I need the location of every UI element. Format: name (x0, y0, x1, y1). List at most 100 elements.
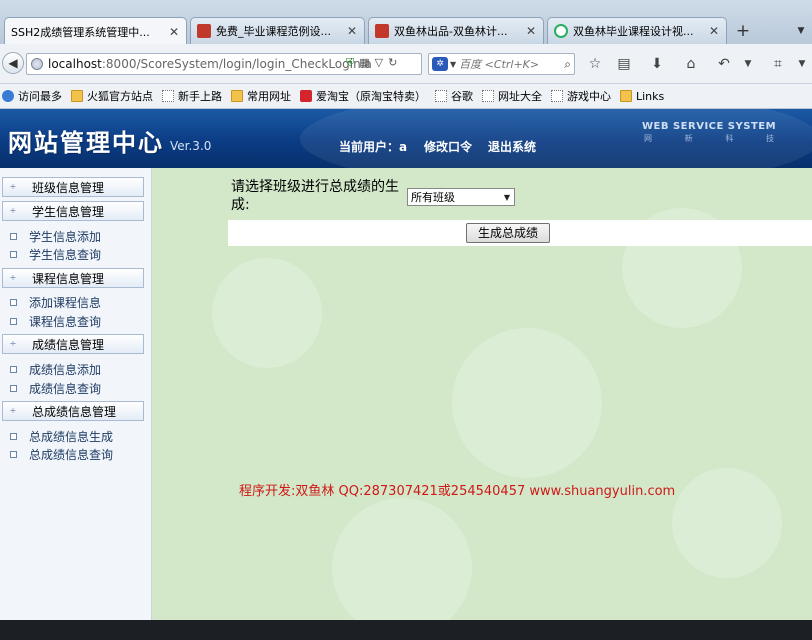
loading-favicon-icon (554, 24, 568, 38)
chevron-down-icon: ▼ (503, 192, 511, 202)
service-system-title: WEB SERVICE SYSTEM (642, 121, 777, 132)
taobao-icon (300, 90, 312, 102)
site-favicon-icon (197, 24, 211, 38)
menu-item-label: 学生信息添加 (29, 229, 102, 244)
tab-shuangyulin[interactable]: 双鱼林出品-双鱼林计... ✕ (368, 17, 544, 44)
menu-item-add-score[interactable]: 成绩信息添加 (10, 361, 101, 377)
service-sub-char: 新 (684, 134, 693, 143)
page-icon (435, 90, 447, 102)
page-icon (551, 90, 563, 102)
reload-icon[interactable]: ↻ (388, 56, 397, 70)
class-select-value: 所有班级 (411, 191, 455, 204)
close-tab-icon[interactable]: ✕ (525, 24, 537, 38)
screenshot-crop-icon[interactable]: ⌗ (768, 54, 788, 74)
bookmark-most-visited[interactable]: 访问最多 (2, 88, 62, 104)
home-icon[interactable]: ⌂ (681, 54, 701, 74)
menu-group-score[interactable]: ÷ 成绩信息管理 (2, 334, 144, 354)
folder-icon (231, 90, 243, 102)
menu-item-query-score[interactable]: 成绩信息查询 (10, 380, 101, 396)
bullet-icon (10, 232, 17, 240)
new-tab-button[interactable]: + (732, 20, 754, 42)
menu-item-label: 成绩信息查询 (29, 381, 102, 396)
version-label: Ver.3.0 (170, 139, 212, 153)
close-tab-icon[interactable]: ✕ (708, 24, 720, 38)
tabs-list-icon[interactable]: ▼ (794, 21, 808, 41)
crop-dropdown-icon[interactable]: ▼ (792, 54, 812, 74)
menu-item-query-student[interactable]: 学生信息查询 (10, 246, 101, 262)
engine-dropdown-icon[interactable]: ▼ (450, 60, 456, 69)
undo-dropdown-icon[interactable]: ▼ (738, 54, 758, 74)
bookmark-links[interactable]: Links (620, 90, 664, 103)
bookmark-label: 常用网址 (247, 90, 291, 103)
search-bar[interactable]: ✲ ▼ ⌕ (428, 53, 575, 75)
close-tab-icon[interactable]: ✕ (168, 25, 180, 39)
bookmark-label: 新手上路 (178, 90, 222, 103)
bookmark-label: 游戏中心 (567, 90, 611, 103)
menu-group-title: 班级信息管理 (32, 180, 105, 195)
menu-group-student[interactable]: ÷ 学生信息管理 (2, 201, 144, 221)
bookmarks-list-icon[interactable]: ▤ (614, 54, 634, 74)
tab-label: 免费_毕业课程范例设... (216, 25, 331, 38)
site-identity-icon[interactable] (31, 58, 43, 70)
undo-close-icon[interactable]: ↶ (714, 54, 734, 74)
menu-item-label: 总成绩信息查询 (29, 447, 114, 462)
service-sub-char: 科 (725, 134, 734, 143)
background-decoration (332, 498, 472, 620)
tab-course-video[interactable]: 双鱼林毕业课程设计视... ✕ (547, 17, 727, 44)
bullet-icon (10, 298, 17, 306)
gear-icon (2, 90, 14, 102)
generate-total-score-button[interactable]: 生成总成绩 (466, 223, 550, 243)
tab-free-course[interactable]: 免费_毕业课程范例设... ✕ (190, 17, 365, 44)
browser-tab-strip: SSH2成绩管理系统管理中... ✕ 免费_毕业课程范例设... ✕ 双鱼林出品… (0, 0, 812, 45)
bookmark-aitaobao[interactable]: 爱淘宝（原淘宝特卖） (300, 88, 426, 104)
bookmark-label: 爱淘宝（原淘宝特卖） (316, 90, 426, 103)
close-tab-icon[interactable]: ✕ (346, 24, 358, 38)
bookmark-common-sites[interactable]: 常用网址 (231, 88, 291, 104)
bookmark-game-center[interactable]: 游戏中心 (551, 88, 611, 104)
back-button[interactable]: ◀ (2, 52, 24, 74)
expand-icon: ÷ (9, 206, 17, 215)
menu-item-add-student[interactable]: 学生信息添加 (10, 228, 101, 244)
expand-icon: ÷ (9, 273, 17, 282)
service-sub-char: 技 (765, 134, 774, 143)
bookmark-getting-started[interactable]: 新手上路 (162, 88, 222, 104)
menu-item-add-course[interactable]: 添加课程信息 (10, 294, 101, 310)
bullet-icon (10, 432, 17, 440)
search-icon[interactable]: ⌕ (564, 57, 571, 72)
site-header: 网站管理中心 Ver.3.0 当前用户：a 修改口令 退出系统 WEB SERV… (0, 109, 812, 168)
shield-icon[interactable]: ⛨ (346, 56, 354, 70)
menu-item-query-course[interactable]: 课程信息查询 (10, 313, 101, 329)
url-host: localhost (48, 57, 102, 71)
baidu-engine-icon[interactable]: ✲ (432, 57, 448, 71)
menu-group-class[interactable]: ÷ 班级信息管理 (2, 177, 144, 197)
menu-item-label: 添加课程信息 (29, 295, 102, 310)
bullet-icon (10, 365, 17, 373)
expand-icon: ÷ (9, 339, 17, 348)
download-icon[interactable]: ⬇ (647, 54, 667, 74)
search-input[interactable] (459, 57, 565, 71)
menu-group-total-score[interactable]: ÷ 总成绩信息管理 (2, 401, 144, 421)
bookmark-url-directory[interactable]: 网址大全 (482, 88, 542, 104)
tab-label: 双鱼林出品-双鱼林计... (394, 25, 508, 38)
class-select[interactable]: 所有班级 ▼ (407, 188, 515, 206)
site-title: 网站管理中心 (8, 129, 164, 157)
expand-icon: ÷ (9, 182, 17, 191)
bookmark-label: 网址大全 (498, 90, 542, 103)
bookmark-google[interactable]: 谷歌 (435, 88, 473, 104)
menu-group-title: 总成绩信息管理 (32, 404, 117, 419)
menu-item-query-total[interactable]: 总成绩信息查询 (10, 446, 113, 462)
menu-item-label: 学生信息查询 (29, 247, 102, 262)
qr-code-icon[interactable]: ▦ (359, 56, 369, 70)
tab-score-system[interactable]: SSH2成绩管理系统管理中... ✕ (4, 17, 187, 45)
logout-link[interactable]: 退出系统 (488, 138, 536, 155)
bookmark-firefox-site[interactable]: 火狐官方站点 (71, 88, 153, 104)
developer-credit: 程序开发:双鱼林 QQ:287307421或254540457 www.shua… (239, 484, 676, 499)
menu-group-title: 课程信息管理 (32, 271, 105, 286)
bullet-icon (10, 384, 17, 392)
change-password-link[interactable]: 修改口令 (424, 138, 472, 155)
history-dropdown-icon[interactable]: ▽ (375, 56, 383, 70)
bookmark-star-icon[interactable]: ☆ (585, 54, 605, 74)
bookmark-label: 访问最多 (18, 90, 62, 103)
menu-item-generate-total[interactable]: 总成绩信息生成 (10, 428, 113, 444)
menu-group-course[interactable]: ÷ 课程信息管理 (2, 268, 144, 288)
